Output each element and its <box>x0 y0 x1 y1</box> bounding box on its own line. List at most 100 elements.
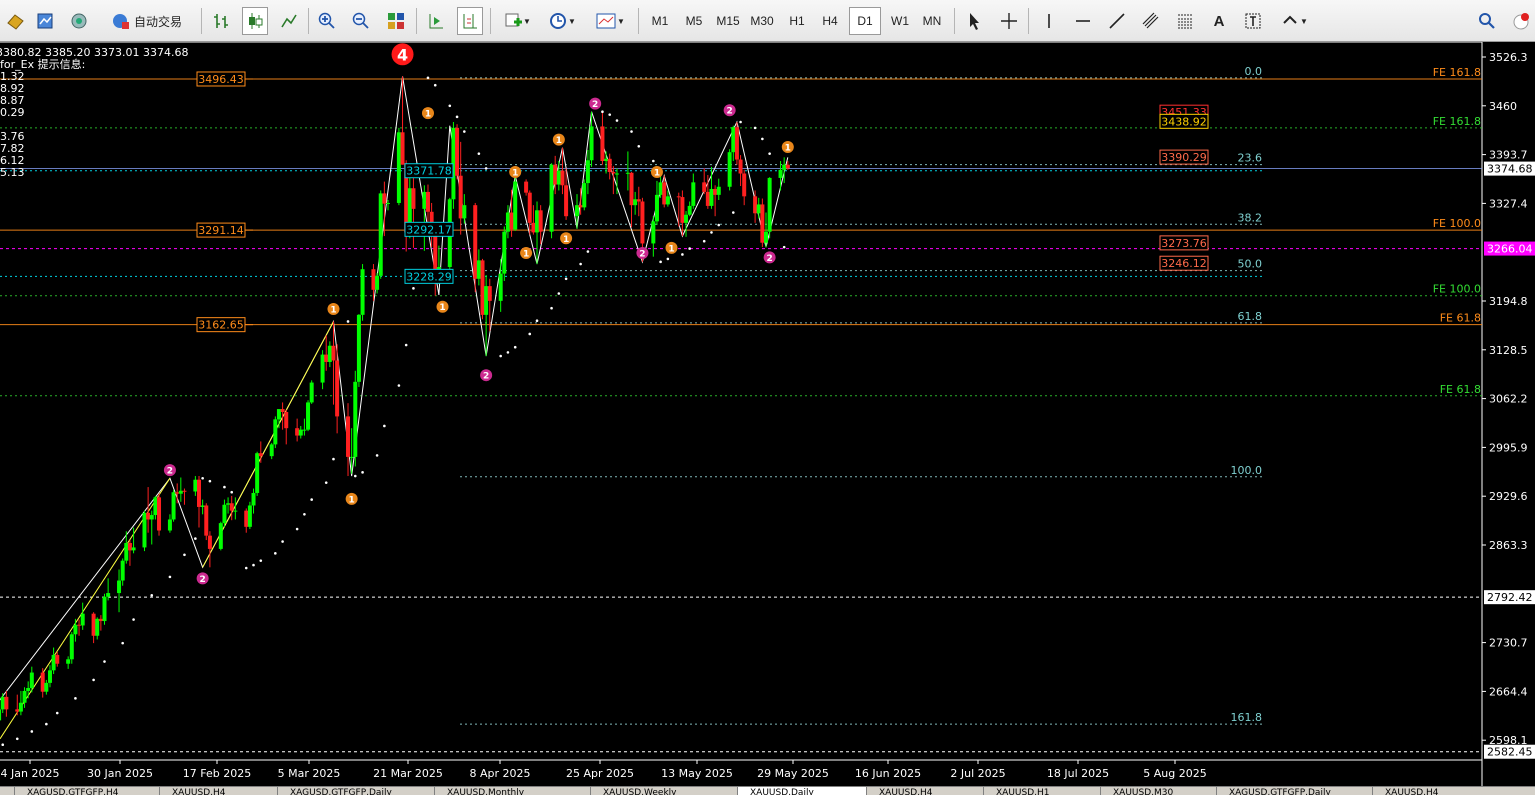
date-label: 18 Jul 2025 <box>1047 767 1109 780</box>
chart-tab[interactable]: XAGUSD,GTFGFP,Daily <box>1216 787 1372 795</box>
new-order-icon[interactable] <box>2 7 28 35</box>
date-label: 13 May 2025 <box>661 767 733 780</box>
equidistant-channel-icon[interactable] <box>1138 7 1164 35</box>
search-icon[interactable] <box>1474 7 1500 35</box>
periods-dropdown[interactable]: ▼ <box>542 7 582 35</box>
price-tick-label: 3327.4 <box>1489 197 1528 210</box>
tile-windows-icon[interactable] <box>383 7 409 35</box>
wave-label: 2 <box>636 247 649 260</box>
candle <box>69 632 74 664</box>
candle-body <box>382 193 387 204</box>
fib-label: 38.2 <box>1238 211 1263 224</box>
chart-tab[interactable]: XAUUSD,Daily <box>737 787 866 795</box>
price-tick-label: 2730.7 <box>1489 637 1528 650</box>
candle-body <box>77 624 82 626</box>
auto-scroll-icon[interactable] <box>423 7 449 35</box>
candle <box>0 693 5 714</box>
timeframe-m15[interactable]: M15 <box>712 7 744 35</box>
templates-dropdown[interactable]: ▼ <box>590 7 630 35</box>
candle-body <box>229 503 234 511</box>
autotrade-button[interactable]: 自动交易 <box>100 7 192 35</box>
candlestick-chart-icon[interactable] <box>242 7 268 35</box>
chart-tab[interactable]: XAUUSD,H4 <box>159 787 277 795</box>
candle-body <box>44 682 49 692</box>
vertical-line-icon[interactable] <box>1036 7 1062 35</box>
price-tick-label: 3526.3 <box>1489 51 1528 64</box>
current-price-tag: 3374.68 <box>1487 163 1533 176</box>
chart-tab[interactable]: XAUUSD,Weekly <box>590 787 737 795</box>
candle-body <box>473 205 478 279</box>
indicators-dropdown[interactable]: ▼ <box>497 7 537 35</box>
price-chart[interactable]: 0.0 23.6 38.2 50.0 61.8 100.0 161.8 FE 161.8 FE … <box>0 42 1535 786</box>
chart-tab[interactable]: XAUUSD,H1 <box>983 787 1100 795</box>
candle <box>633 191 638 215</box>
wave-label: 1 <box>665 241 678 254</box>
wave-label-text: 4 <box>397 45 408 64</box>
candle <box>66 656 71 669</box>
navigator-icon[interactable] <box>66 7 92 35</box>
zoom-out-icon[interactable] <box>348 7 374 35</box>
indicator-value: 5.13 <box>0 166 25 179</box>
highlight-tag: 2582.45 <box>1487 746 1533 759</box>
arrows-dropdown[interactable]: ▼ <box>1274 7 1314 35</box>
timeframe-w1[interactable]: W1 <box>884 7 916 35</box>
candle-body <box>549 164 554 232</box>
candle-body <box>327 345 332 362</box>
candle <box>247 501 252 530</box>
chart-tab[interactable]: XAUUSD,H4 <box>866 787 983 795</box>
candle <box>658 175 663 198</box>
chart-tab[interactable]: XAUUSD,H4 <box>1372 787 1492 795</box>
text-tool-icon[interactable]: A <box>1206 7 1232 35</box>
timeframe-mn[interactable]: MN <box>916 7 948 35</box>
timeframe-h4[interactable]: H4 <box>814 7 846 35</box>
bar-chart-icon[interactable] <box>208 7 234 35</box>
candle <box>742 169 747 206</box>
candle <box>327 341 332 368</box>
candle-body <box>175 492 180 494</box>
sar-dot <box>513 345 517 349</box>
timeframe-m1[interactable]: M1 <box>644 7 676 35</box>
sar-dot <box>564 277 568 281</box>
candle <box>273 416 278 449</box>
crosshair-icon[interactable] <box>996 7 1022 35</box>
chart-tab[interactable]: XAUUSD,M30 <box>1100 787 1216 795</box>
candle-body <box>55 654 60 664</box>
candle-body <box>244 510 249 527</box>
chart-tab[interactable]: XAGUSD,GTFGFP,Daily <box>277 787 434 795</box>
sar-dot <box>666 257 670 261</box>
price-tick-label: 2929.6 <box>1489 490 1528 503</box>
date-label: 4 Jan 2025 <box>1 767 60 780</box>
candle <box>484 275 489 357</box>
sar-dot <box>194 537 197 540</box>
timeframe-m30[interactable]: M30 <box>746 7 778 35</box>
timeframe-m5[interactable]: M5 <box>678 7 710 35</box>
timeframe-d1[interactable]: D1 <box>849 7 881 35</box>
timeframe-h1[interactable]: H1 <box>781 7 813 35</box>
sar-dot <box>448 104 452 108</box>
alerts-icon[interactable] <box>1508 7 1534 35</box>
zoom-in-icon[interactable] <box>314 7 340 35</box>
line-chart-icon[interactable] <box>276 7 302 35</box>
candle <box>691 173 696 209</box>
market-watch-icon[interactable] <box>32 7 58 35</box>
chart-shift-icon[interactable] <box>457 7 483 35</box>
candle-body <box>324 354 329 362</box>
sar-dot <box>652 159 655 163</box>
candle-body <box>66 659 71 664</box>
wave-label-text: 1 <box>785 144 791 154</box>
trendline-icon[interactable] <box>1104 7 1130 35</box>
fe-label: FE 61.8 <box>1440 383 1481 396</box>
candle-body <box>785 164 790 169</box>
candle-body <box>284 411 289 429</box>
candle-body <box>102 596 107 622</box>
text-label-icon[interactable] <box>1240 7 1266 35</box>
horizontal-line-icon[interactable] <box>1070 7 1096 35</box>
wave-label-text: 2 <box>767 254 773 264</box>
fibonacci-icon[interactable] <box>1172 7 1198 35</box>
candle <box>149 510 154 545</box>
candle-body <box>353 381 358 457</box>
chart-tab[interactable]: XAGUSD,GTFGFP,H4 <box>14 787 159 795</box>
chart-tab[interactable]: XAUUSD,Monthly <box>434 787 590 795</box>
sar-dot <box>244 566 248 570</box>
cursor-icon[interactable] <box>961 7 987 35</box>
